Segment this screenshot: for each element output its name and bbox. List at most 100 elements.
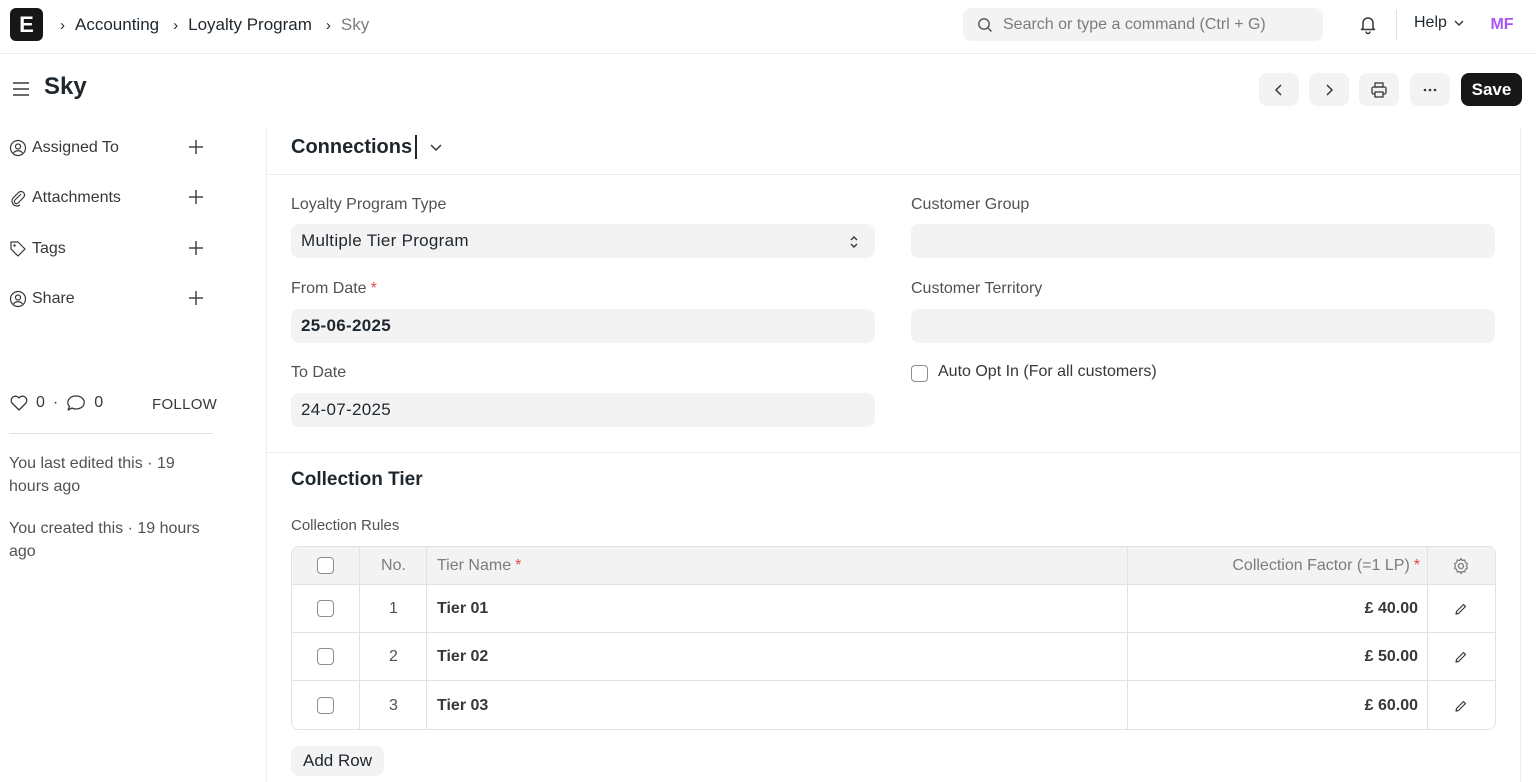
add-row-button[interactable]: Add Row bbox=[291, 746, 384, 776]
app-logo[interactable]: E bbox=[10, 8, 43, 41]
to-date-field[interactable]: 24-07-2025 bbox=[291, 393, 875, 427]
required-mark: * bbox=[370, 280, 377, 297]
row-number: 2 bbox=[389, 647, 398, 665]
sidebar-item-attachments[interactable]: Attachments bbox=[9, 186, 209, 210]
breadcrumb-current[interactable]: Sky bbox=[341, 15, 369, 35]
pencil-icon[interactable] bbox=[1454, 699, 1468, 713]
required-mark: * bbox=[1413, 556, 1420, 574]
connections-section-header[interactable]: Connections bbox=[291, 135, 443, 159]
print-button[interactable] bbox=[1359, 73, 1399, 106]
pencil-icon[interactable] bbox=[1454, 650, 1468, 664]
row-select-cell bbox=[317, 585, 334, 632]
doc-stats: 0 · 0 bbox=[9, 394, 103, 412]
table-row[interactable]: 3 Tier 03 £ 60.00 bbox=[292, 682, 1495, 729]
breadcrumb-loyalty-program[interactable]: Loyalty Program bbox=[188, 15, 312, 35]
previous-doc-button[interactable] bbox=[1259, 73, 1299, 106]
breadcrumb-accounting[interactable]: Accounting bbox=[75, 15, 159, 35]
header-text: Collection Factor (=1 LP) bbox=[1232, 556, 1410, 574]
next-doc-button[interactable] bbox=[1309, 73, 1349, 106]
save-button[interactable]: Save bbox=[1461, 73, 1522, 106]
row-checkbox[interactable] bbox=[317, 648, 334, 665]
section-title: Connections bbox=[291, 135, 413, 158]
chevron-left-icon bbox=[1274, 83, 1282, 96]
row-checkbox[interactable] bbox=[317, 600, 334, 617]
chevron-down-icon[interactable] bbox=[429, 140, 443, 154]
edit-cell bbox=[1454, 585, 1468, 632]
bell-icon[interactable] bbox=[1357, 13, 1379, 35]
sidebar-item-tags[interactable]: Tags bbox=[9, 237, 209, 261]
select-all-checkbox[interactable] bbox=[317, 557, 334, 574]
divider bbox=[267, 452, 1520, 453]
pencil-icon[interactable] bbox=[1454, 602, 1468, 616]
customer-territory-field[interactable] bbox=[911, 309, 1495, 343]
sidebar-item-label: Tags bbox=[32, 240, 66, 257]
paperclip-icon bbox=[11, 190, 26, 207]
chevron-right-icon: › bbox=[173, 16, 179, 34]
plus-icon[interactable] bbox=[187, 138, 205, 156]
from-date-field[interactable]: 25-06-2025 bbox=[291, 309, 875, 343]
collection-rules-table: No. Tier Name * Collection Factor (=1 LP)… bbox=[291, 546, 1496, 730]
gear-icon[interactable] bbox=[1452, 557, 1470, 575]
plus-icon[interactable] bbox=[187, 289, 205, 307]
sidebar-item-label: Attachments bbox=[32, 189, 121, 206]
separator-dot: · bbox=[52, 394, 59, 411]
help-dropdown[interactable]: Help bbox=[1414, 14, 1465, 32]
row-select-cell bbox=[317, 682, 334, 729]
user-assign-icon bbox=[9, 139, 27, 157]
to-date-label: To Date bbox=[291, 364, 347, 381]
avatar[interactable]: MF bbox=[1485, 8, 1519, 42]
help-label: Help bbox=[1414, 14, 1447, 31]
loyalty-program-type-label: Loyalty Program Type bbox=[291, 196, 447, 213]
comments-count: 0 bbox=[94, 394, 104, 411]
tier-name-cell[interactable]: Tier 02 bbox=[437, 633, 488, 680]
customer-group-label: Customer Group bbox=[911, 196, 1030, 213]
tier-name-cell[interactable]: Tier 01 bbox=[437, 585, 488, 632]
collection-factor-cell[interactable]: £ 50.00 bbox=[1128, 633, 1418, 680]
loyalty-program-type-select[interactable]: Multiple Tier Program bbox=[291, 224, 875, 258]
customer-territory-label: Customer Territory bbox=[911, 280, 1043, 297]
follow-button[interactable]: FOLLOW bbox=[152, 396, 217, 413]
header-no: No. bbox=[381, 556, 406, 574]
tag-icon bbox=[10, 241, 26, 257]
table-row[interactable]: 1 Tier 01 £ 40.00 bbox=[292, 585, 1495, 633]
divider bbox=[267, 174, 1520, 175]
edit-cell bbox=[1454, 633, 1468, 680]
row-checkbox[interactable] bbox=[317, 697, 334, 714]
comment-icon[interactable] bbox=[66, 394, 86, 412]
search-input[interactable] bbox=[1003, 15, 1313, 34]
search-bar[interactable] bbox=[963, 8, 1323, 41]
collection-rules-label: Collection Rules bbox=[291, 517, 400, 534]
breadcrumb: › Accounting › Loyalty Program › Sky bbox=[58, 0, 381, 50]
page-title: Sky bbox=[44, 73, 87, 100]
label-text: From Date bbox=[291, 280, 367, 297]
plus-icon[interactable] bbox=[187, 239, 205, 257]
table-header: No. Tier Name * Collection Factor (=1 LP)… bbox=[292, 547, 1495, 585]
row-number: 1 bbox=[389, 599, 398, 617]
hamburger-menu-icon[interactable] bbox=[12, 80, 30, 98]
column-divider bbox=[1127, 547, 1128, 729]
last-edited-note: You last edited this · 19 hours ago bbox=[9, 455, 175, 495]
table-row[interactable]: 2 Tier 02 £ 50.00 bbox=[292, 633, 1495, 681]
divider bbox=[9, 433, 213, 434]
collection-factor-cell[interactable]: £ 40.00 bbox=[1128, 585, 1418, 632]
required-mark: * bbox=[515, 556, 522, 574]
customer-group-field[interactable] bbox=[911, 224, 1495, 258]
auto-opt-in-checkbox[interactable] bbox=[911, 365, 928, 382]
more-actions-button[interactable] bbox=[1410, 73, 1450, 106]
chevron-down-icon bbox=[1454, 20, 1464, 26]
search-icon bbox=[978, 17, 992, 32]
tier-name-cell[interactable]: Tier 03 bbox=[437, 682, 488, 729]
column-divider bbox=[426, 547, 427, 729]
share-user-icon bbox=[9, 290, 27, 308]
printer-icon bbox=[1371, 81, 1387, 98]
navbar: E › Accounting › Loyalty Program › Sky H… bbox=[0, 0, 1536, 54]
sidebar-item-assigned-to[interactable]: Assigned To bbox=[9, 136, 209, 160]
divider bbox=[1396, 10, 1397, 40]
collection-factor-cell[interactable]: £ 60.00 bbox=[1128, 682, 1418, 729]
plus-icon[interactable] bbox=[187, 188, 205, 206]
text-cursor bbox=[415, 135, 418, 159]
collection-tier-title: Collection Tier bbox=[291, 469, 423, 490]
sidebar-item-share[interactable]: Share bbox=[9, 287, 209, 311]
heart-icon[interactable] bbox=[9, 394, 29, 412]
header-collection-factor: Collection Factor (=1 LP) * bbox=[1128, 547, 1420, 584]
